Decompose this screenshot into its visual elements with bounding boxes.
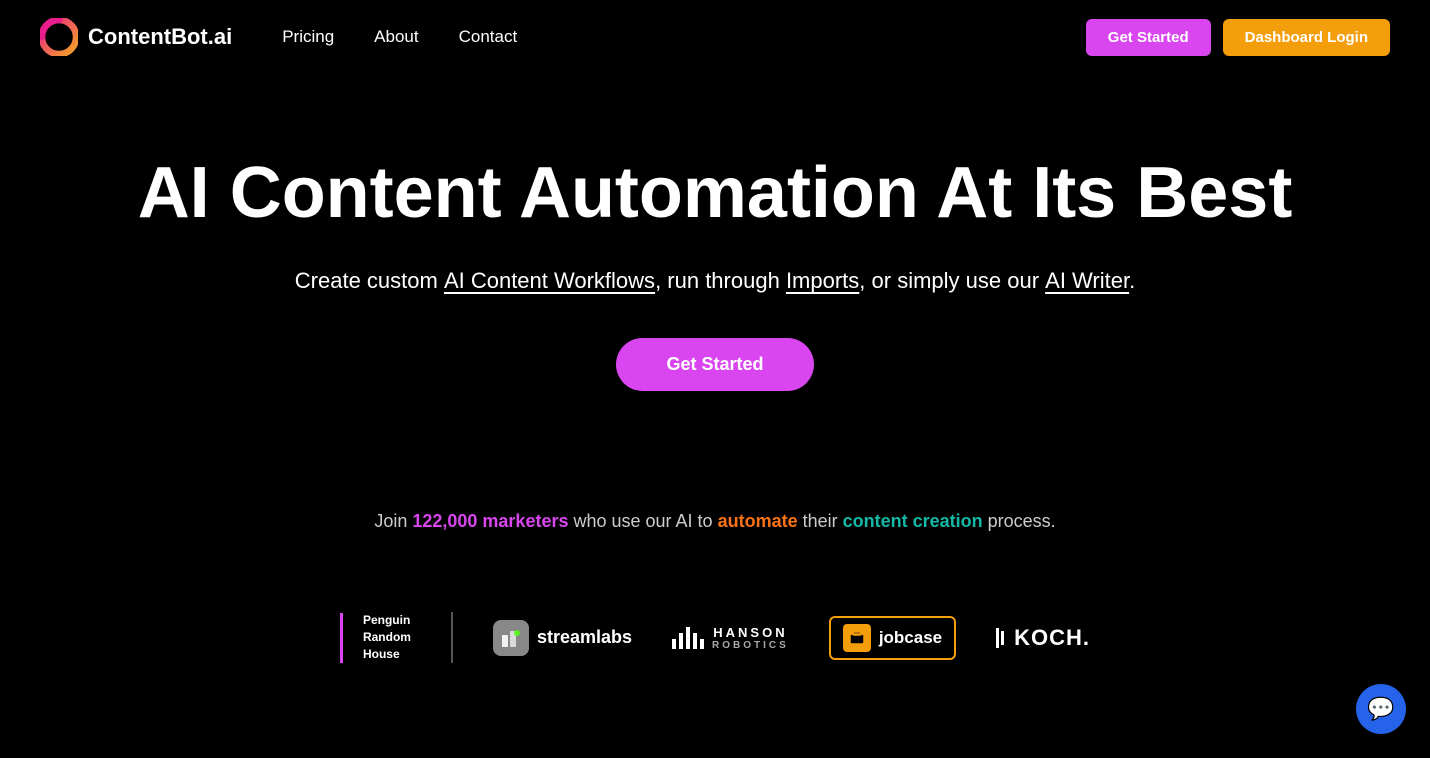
navbar: ContentBot.ai Pricing About Contact Get … <box>0 0 1430 74</box>
subtitle-text-after-middle: , or simply use our <box>859 268 1045 293</box>
social-proof-after: their <box>798 511 843 531</box>
social-proof-section: Join 122,000 marketers who use our AI to… <box>0 511 1430 532</box>
social-proof-middle: who use our AI to <box>568 511 717 531</box>
nav-left: ContentBot.ai Pricing About Contact <box>40 18 517 56</box>
penguin-text: PenguinRandomHouse <box>363 612 411 662</box>
chat-icon: 💬 <box>1367 696 1394 722</box>
nav-link-pricing[interactable]: Pricing <box>282 27 334 47</box>
penguin-bar-divider <box>340 613 343 663</box>
nav-right: Get Started Dashboard Login <box>1086 19 1390 56</box>
nav-link-about[interactable]: About <box>374 27 418 47</box>
koch-icon <box>996 628 1004 648</box>
contentbot-logo-icon <box>40 18 78 56</box>
hanson-bar-2 <box>679 633 683 649</box>
social-proof-end: process. <box>983 511 1056 531</box>
subtitle-text-end: . <box>1129 268 1135 293</box>
streamlabs-label: streamlabs <box>537 627 632 648</box>
hanson-line2: ROBOTICS <box>712 640 789 651</box>
streamlabs-icon <box>493 620 529 656</box>
hanson-text: HANSON ROBOTICS <box>712 625 789 651</box>
logos-section: PenguinRandomHouse streamlabs HANSON ROB… <box>0 592 1430 682</box>
social-proof-content-creation: content creation <box>843 511 983 531</box>
jobcase-svg <box>848 629 866 647</box>
koch-label: KOCH. <box>1014 625 1090 651</box>
subtitle-text-before: Create custom <box>295 268 444 293</box>
hero-title: AI Content Automation At Its Best <box>40 154 1390 233</box>
social-proof-before: Join <box>374 511 412 531</box>
hanson-bar-4 <box>693 633 697 649</box>
hanson-bar-5 <box>700 639 704 649</box>
social-proof-automate: automate <box>718 511 798 531</box>
hero-section: AI Content Automation At Its Best Create… <box>0 74 1430 451</box>
hanson-bar-3 <box>686 627 690 649</box>
subtitle-text-middle: , run through <box>655 268 786 293</box>
logo-penguin: PenguinRandomHouse <box>340 612 453 662</box>
logo-hanson: HANSON ROBOTICS <box>672 625 789 651</box>
get-started-hero-button[interactable]: Get Started <box>616 338 813 391</box>
nav-links: Pricing About Contact <box>282 27 517 47</box>
subtitle-link-aiwriter[interactable]: AI Writer <box>1045 268 1129 293</box>
logo-text: ContentBot.ai <box>88 24 232 50</box>
nav-link-contact[interactable]: Contact <box>459 27 518 47</box>
streamlabs-svg <box>500 627 522 649</box>
logo-jobcase: jobcase <box>829 616 956 660</box>
hero-subtitle: Create custom AI Content Workflows, run … <box>40 263 1390 298</box>
hanson-bars-icon <box>672 627 704 649</box>
get-started-nav-button[interactable]: Get Started <box>1086 19 1211 56</box>
social-proof-count: 122,000 marketers <box>412 511 568 531</box>
subtitle-link-imports[interactable]: Imports <box>786 268 859 293</box>
hanson-bar-1 <box>672 639 676 649</box>
koch-bar-2 <box>1001 631 1004 645</box>
subtitle-link-workflows[interactable]: AI Content Workflows <box>444 268 655 293</box>
logo-koch: KOCH. <box>996 625 1090 651</box>
hanson-line1: HANSON <box>713 625 787 640</box>
logo[interactable]: ContentBot.ai <box>40 18 232 56</box>
logo-streamlabs: streamlabs <box>493 620 632 656</box>
koch-bar-1 <box>996 628 999 648</box>
jobcase-icon <box>843 624 871 652</box>
chat-bubble[interactable]: 💬 <box>1356 684 1406 734</box>
jobcase-label: jobcase <box>879 628 942 648</box>
dashboard-login-button[interactable]: Dashboard Login <box>1223 19 1390 56</box>
